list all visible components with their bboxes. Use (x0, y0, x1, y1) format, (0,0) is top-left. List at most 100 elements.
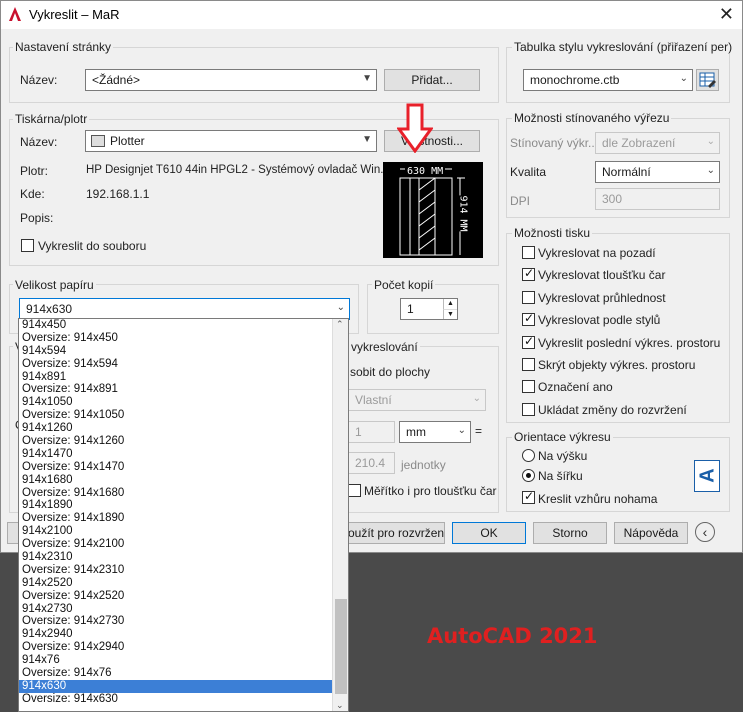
cancel-button[interactable]: Storno (533, 522, 607, 544)
annotation-arrow-icon (397, 103, 433, 153)
paper-preview: 630 MM 914 MM (383, 162, 483, 258)
paper-size-options: 914x450 Oversize: 914x450 914x594 Oversize:… (19, 319, 348, 706)
page-setup-name-value: <Žádné> (92, 73, 141, 87)
chevron-down-icon: ⌄ (706, 136, 715, 147)
dropdown-scroll-thumb[interactable] (335, 599, 347, 694)
plot-options-label: Možnosti tisku (512, 226, 593, 240)
paper-size-option[interactable]: 914x450 (19, 319, 348, 332)
paper-size-option[interactable]: Oversize: 914x1260 (19, 435, 348, 448)
scale-unit-select[interactable]: mm ⌄ (399, 421, 471, 443)
plot-option-checkbox[interactable] (522, 266, 535, 281)
shaded-options-label: Možnosti stínovaného výřezu (512, 111, 672, 125)
scroll-down-icon[interactable]: ⌄ (336, 700, 344, 711)
copies-input[interactable]: 1 ▲ ▼ (400, 298, 458, 320)
paper-size-option[interactable]: 914x76 (19, 654, 348, 667)
dropdown-scrollbar[interactable]: ⌃ ⌄ (332, 319, 348, 711)
units-label: jednotky (401, 458, 446, 472)
plot-option-label: Ukládat změny do rozvržení (538, 403, 687, 417)
where-label: Kde: (20, 187, 45, 201)
orientation-letter: A (696, 468, 719, 483)
paper-size-option[interactable]: Oversize: 914x2310 (19, 564, 348, 577)
plot-option-checkbox[interactable] (522, 334, 535, 349)
apply-to-layout-button[interactable]: oužít pro rozvržení (341, 522, 445, 544)
scale-select[interactable]: Vlastní ⌄ (348, 389, 486, 411)
equals-sign: = (475, 424, 483, 438)
spin-down-icon[interactable]: ▼ (443, 309, 457, 319)
paper-size-option[interactable]: Oversize: 914x2100 (19, 538, 348, 551)
plot-option-checkbox[interactable] (522, 403, 535, 416)
style-table-select[interactable]: monochrome.ctb ⌄ (523, 69, 693, 91)
table-edit-icon (699, 72, 716, 88)
scale-value2-input[interactable]: 210.4 (348, 452, 395, 474)
plot-option-label: Skrýt objekty výkres. prostoru (538, 358, 696, 372)
paper-size-option[interactable]: 914x1470 (19, 448, 348, 461)
paper-size-option[interactable]: Oversize: 914x76 (19, 667, 348, 680)
paper-size-select[interactable]: 914x630 ⌄ (19, 298, 350, 320)
paper-size-option[interactable]: 914x1890 (19, 499, 348, 512)
paper-size-option[interactable]: 914x1050 (19, 396, 348, 409)
plot-option-checkbox[interactable] (522, 291, 535, 304)
edit-style-table-button[interactable] (696, 69, 719, 91)
window-title: Vykreslit – MaR (29, 7, 120, 22)
dpi-input[interactable]: 300 (595, 188, 720, 210)
plot-to-file-checkbox[interactable] (21, 239, 34, 252)
close-icon[interactable]: ✕ (719, 4, 734, 25)
plot-option-label: Vykreslovat tloušťku čar (538, 268, 666, 282)
paper-size-option[interactable]: 914x2520 (19, 577, 348, 590)
paper-size-option[interactable]: Oversize: 914x450 (19, 332, 348, 345)
paper-size-option[interactable]: Oversize: 914x1470 (19, 461, 348, 474)
landscape-radio[interactable] (522, 469, 535, 482)
paper-size-option[interactable]: 914x2730 (19, 603, 348, 616)
paper-size-dropdown-list[interactable]: 914x450 Oversize: 914x450 914x594 Oversize:… (18, 318, 349, 712)
plot-option-checkbox[interactable] (522, 380, 535, 393)
upside-down-checkbox[interactable] (522, 489, 535, 504)
paper-size-option[interactable]: Oversize: 914x1890 (19, 512, 348, 525)
spin-up-icon[interactable]: ▲ (443, 299, 457, 309)
scale-lineweights-checkbox[interactable] (348, 484, 361, 497)
where-value: 192.168.1.1 (86, 187, 150, 201)
collapse-options-icon[interactable]: ‹ (695, 522, 715, 542)
page-setup-name-select[interactable]: <Žádné> ▼ (85, 69, 377, 91)
printer-name-value: Plotter (110, 134, 145, 148)
preview-width-text: 630 MM (405, 166, 446, 177)
plot-option-checkbox[interactable] (522, 311, 535, 326)
paper-size-option[interactable]: Oversize: 914x594 (19, 358, 348, 371)
paper-size-option[interactable]: 914x630 (19, 679, 348, 693)
quality-select[interactable]: Normální ⌄ (595, 161, 720, 183)
orientation-preview-icon: A (694, 460, 720, 492)
paper-size-option[interactable]: 914x594 (19, 345, 348, 358)
paper-size-option[interactable]: 914x2310 (19, 551, 348, 564)
portrait-radio[interactable] (522, 449, 535, 462)
add-page-setup-button[interactable]: Přidat... (384, 69, 480, 91)
chevron-down-icon: ⌄ (472, 393, 481, 404)
printer-label: Tiskárna/plotr (13, 112, 90, 126)
paper-size-option[interactable]: 914x891 (19, 371, 348, 384)
printer-name-label: Název: (20, 135, 58, 149)
style-table-label: Tabulka stylu vykreslování (přiřazení pe… (512, 40, 735, 54)
plot-option-checkbox[interactable] (522, 358, 535, 371)
paper-size-option[interactable]: Oversize: 914x1050 (19, 409, 348, 422)
paper-size-option[interactable]: Oversize: 914x891 (19, 383, 348, 396)
scale-value1-input[interactable]: 1 (348, 421, 395, 443)
paper-size-option[interactable]: Oversize: 914x1680 (19, 487, 348, 500)
printer-name-select[interactable]: Plotter ▼ (85, 130, 377, 152)
paper-size-option[interactable]: Oversize: 914x630 (19, 693, 348, 706)
upside-down-label: Kreslit vzhůru nohama (538, 492, 658, 506)
ok-button[interactable]: OK (452, 522, 526, 544)
paper-size-option[interactable]: 914x2100 (19, 525, 348, 538)
paper-size-option[interactable]: Oversize: 914x2730 (19, 615, 348, 628)
plot-option-checkbox[interactable] (522, 246, 535, 259)
paper-size-option[interactable]: 914x1260 (19, 422, 348, 435)
paper-size-option[interactable]: Oversize: 914x2940 (19, 641, 348, 654)
plot-to-file-label: Vykreslit do souboru (38, 239, 147, 253)
chevron-down-icon: ⌄ (706, 165, 715, 176)
orientation-label: Orientace výkresu (512, 430, 613, 444)
paper-size-option[interactable]: 914x2940 (19, 628, 348, 641)
help-button[interactable]: Nápověda (614, 522, 688, 544)
copies-value: 1 (407, 302, 414, 316)
shade-plot-select[interactable]: dle Zobrazení ⌄ (595, 132, 720, 154)
fit-to-paper-label: sobit do plochy (350, 365, 431, 379)
paper-size-option[interactable]: 914x1680 (19, 474, 348, 487)
paper-size-option[interactable]: Oversize: 914x2520 (19, 590, 348, 603)
scroll-up-icon[interactable]: ⌃ (336, 319, 344, 330)
